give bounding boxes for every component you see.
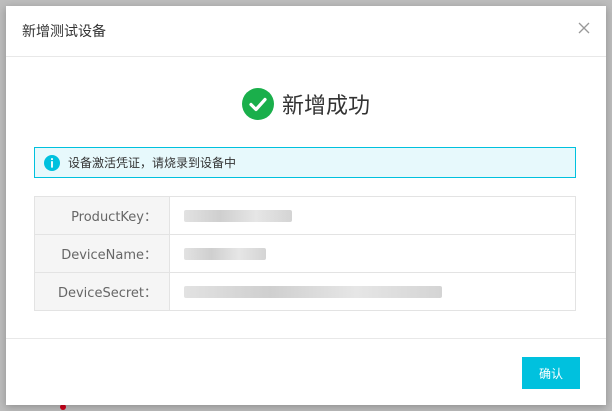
info-icon — [44, 154, 60, 171]
dialog-title: 新增测试设备 — [22, 24, 106, 40]
add-test-device-dialog: 新增测试设备 新增成功 设备激活凭证，请烧录到设备中 ProductKey： D… — [6, 6, 606, 405]
table-row: ProductKey： — [34, 196, 576, 235]
info-message: 设备激活凭证，请烧录到设备中 — [68, 156, 237, 170]
device-name-label: DeviceName： — [34, 234, 170, 273]
redacted-value — [184, 247, 266, 260]
table-row: DeviceName： — [34, 234, 576, 273]
success-banner: 新增成功 — [6, 86, 606, 122]
credentials-table: ProductKey： DeviceName： DeviceSecret： — [34, 196, 576, 311]
info-alert: 设备激活凭证，请烧录到设备中 — [34, 147, 576, 178]
check-circle-icon — [241, 88, 274, 120]
device-secret-label: DeviceSecret： — [34, 272, 170, 311]
device-secret-value — [169, 272, 576, 311]
product-key-value — [169, 196, 576, 235]
dialog-header: 新增测试设备 — [6, 6, 606, 57]
success-message: 新增成功 — [281, 94, 370, 119]
close-button[interactable] — [576, 20, 592, 36]
confirm-button[interactable]: 确认 — [522, 357, 580, 389]
table-row: DeviceSecret： — [34, 272, 576, 311]
product-key-label: ProductKey： — [34, 196, 170, 235]
close-icon — [578, 22, 590, 34]
redacted-value — [184, 285, 442, 298]
device-name-value — [169, 234, 576, 273]
redacted-value — [184, 209, 292, 222]
dialog-footer: 确认 — [6, 338, 606, 406]
